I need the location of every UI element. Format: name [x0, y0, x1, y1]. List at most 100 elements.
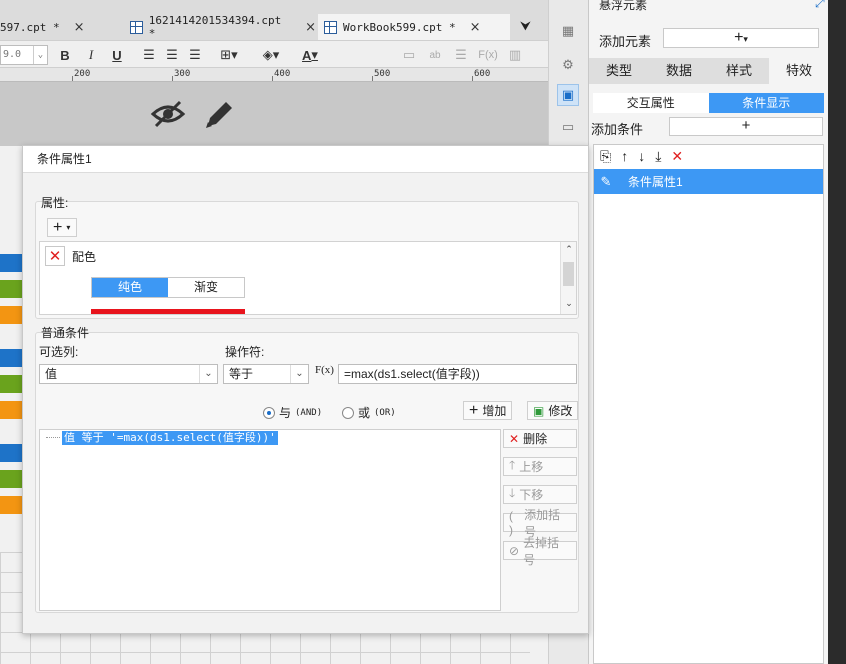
panel-tabs: 类型 数据 样式 特效 [589, 58, 829, 84]
align-center-icon[interactable]: ☰ [163, 45, 181, 65]
condition-expression-list: 值 等于 '=max(ds1.select(值字段))' [39, 429, 501, 611]
window-edge [828, 0, 846, 664]
floating-element-icon[interactable]: ▣ [557, 84, 579, 106]
add-button[interactable]: + 增加 [463, 401, 513, 420]
underline-button[interactable]: U [108, 45, 126, 65]
tab-label: 597.cpt * [0, 20, 60, 34]
formula-icon[interactable]: F(x) [315, 364, 334, 376]
plus-icon: + [53, 218, 63, 236]
tab-data[interactable]: 数据 [649, 58, 709, 84]
tab-bar: 597.cpt * × 1621414201534394.cpt * × Wor… [0, 0, 548, 40]
widget-settings-icon[interactable]: ⚙ [557, 54, 579, 76]
font-size-select[interactable]: 9.0 ⌄ [0, 45, 48, 65]
move-up-button[interactable]: 🡑 上移 [503, 457, 577, 476]
arrow-up-icon[interactable]: ↑ [621, 148, 628, 165]
or-label: 或 [358, 406, 371, 420]
condition-list: ⎘ ↑ ↓ ⤓ ✕ ✎ 条件属性1 [593, 144, 824, 664]
formula-icon: F(x) [478, 49, 498, 61]
list-icon: ☰ [455, 47, 467, 62]
remove-bracket-button[interactable]: ⊘ 去掉括号 [503, 536, 577, 567]
remove-attribute-icon[interactable]: ✕ [45, 246, 65, 266]
or-radio[interactable]: 或 (OR) [342, 404, 396, 421]
close-icon[interactable]: × [305, 20, 316, 35]
delete-icon[interactable]: ✕ [671, 148, 683, 165]
eye-off-icon[interactable] [150, 98, 186, 130]
edit-pencil-icon[interactable] [202, 96, 234, 130]
scroll-thumb[interactable] [563, 262, 574, 286]
close-icon[interactable]: × [74, 20, 85, 35]
workbook-icon [130, 20, 143, 34]
attribute-scrollbar[interactable]: ⌃ ⌄ [560, 242, 576, 314]
move-bottom-icon[interactable]: ⤓ [655, 148, 661, 165]
fill-color-icon[interactable]: ◈▾ [256, 45, 286, 65]
edit-icon: ✎ [600, 173, 612, 189]
delete-button-label: 删除 [523, 432, 548, 446]
cell-element-icon[interactable]: ▦ [557, 20, 579, 42]
chart-bar [0, 401, 22, 419]
tab-list-icon[interactable]: ⮟ [520, 18, 531, 34]
add-element-label: 添加元素 [599, 34, 652, 49]
gradient-tab[interactable]: 渐变 [168, 278, 244, 297]
bold-button[interactable]: B [56, 45, 74, 65]
tab-effects[interactable]: 特效 [769, 58, 829, 84]
tab-1621414201534394[interactable]: 1621414201534394.cpt * × [124, 14, 316, 40]
and-radio[interactable]: 与 (AND) [263, 404, 322, 421]
sub-tabs: 交互属性 条件显示 [593, 93, 824, 113]
border-icon[interactable]: ⊞▾ [216, 45, 242, 65]
chart-bar [0, 470, 22, 488]
ruler-mark: 600 [474, 69, 491, 79]
formula-input[interactable]: =max(ds1.select(值字段)) [338, 364, 577, 384]
font-color-label: A [302, 47, 312, 63]
text-icon: ab [429, 49, 441, 61]
add-attribute-button[interactable]: + ▾ [47, 218, 77, 237]
chart-bar [0, 496, 22, 514]
solid-color-tab[interactable]: 纯色 [92, 278, 168, 297]
bracket-icon: ( ) [509, 508, 513, 537]
workbook-icon [324, 20, 337, 34]
delete-icon: ✕ [509, 431, 520, 446]
tab-type[interactable]: 类型 [589, 58, 649, 84]
add-condition-button[interactable]: + [669, 117, 823, 136]
expand-icon[interactable]: ⤢ [815, 0, 825, 11]
operator-value: 等于 [229, 367, 254, 381]
condition-expression[interactable]: 值 等于 '=max(ds1.select(值字段))' [62, 431, 278, 445]
add-button-label: 增加 [482, 404, 507, 418]
ruler-mark: 400 [274, 69, 291, 79]
add-bracket-button[interactable]: ( ) 添加括号 [503, 508, 577, 539]
tab-597[interactable]: 597.cpt * × [0, 14, 118, 40]
move-down-button[interactable]: 🡓 下移 [503, 485, 577, 504]
tab-label: 1621414201534394.cpt * [148, 14, 282, 40]
font-color-button[interactable]: A ▾ [294, 45, 326, 65]
color-swatch[interactable] [91, 309, 245, 314]
chart-bar [0, 444, 22, 462]
arrow-down-icon[interactable]: ↓ [638, 148, 645, 165]
format-toolbar: 9.0 ⌄ B I U ☰ ☰ ☰ ⊞▾ ◈▾ A ▾ ▭ ab ☰ F(x) ▥ [0, 40, 548, 68]
tab-workbook599[interactable]: WorkBook599.cpt * × [318, 14, 510, 40]
chevron-down-icon[interactable]: ⌄ [561, 298, 576, 312]
ruler: 200 300 400 500 600 [0, 68, 548, 82]
floating-toolbar-band [0, 82, 548, 146]
tab-conditional-display[interactable]: 条件显示 [708, 93, 824, 113]
operator-select[interactable]: 等于 ⌄ [223, 364, 309, 384]
chevron-down-icon: ⌄ [290, 365, 308, 383]
modify-button-label: 修改 [548, 404, 573, 418]
copy-icon[interactable]: ⎘ [600, 148, 611, 165]
align-left-icon[interactable]: ☰ [140, 45, 158, 65]
align-right-icon[interactable]: ☰ [186, 45, 204, 65]
delete-button[interactable]: ✕ 删除 [503, 429, 577, 448]
chevron-up-icon[interactable]: ⌃ [561, 244, 576, 258]
tree-line [46, 437, 60, 438]
add-element-button[interactable]: +▾ [663, 28, 819, 48]
tab-interaction[interactable]: 交互属性 [593, 93, 709, 113]
tab-label: WorkBook599.cpt * [343, 20, 456, 34]
italic-button[interactable]: I [82, 45, 100, 65]
list-item[interactable]: ✎ 条件属性1 [594, 169, 823, 194]
property-icon[interactable]: ▭ [557, 116, 579, 138]
ruler-mark: 200 [74, 69, 91, 79]
modify-button[interactable]: ▣ 修改 [527, 401, 579, 420]
close-icon[interactable]: × [470, 20, 481, 35]
chart-bar [0, 375, 22, 393]
column-select[interactable]: 值 ⌄ [39, 364, 218, 384]
tab-style[interactable]: 样式 [709, 58, 769, 84]
attribute-section-label: 属性: [41, 196, 69, 210]
